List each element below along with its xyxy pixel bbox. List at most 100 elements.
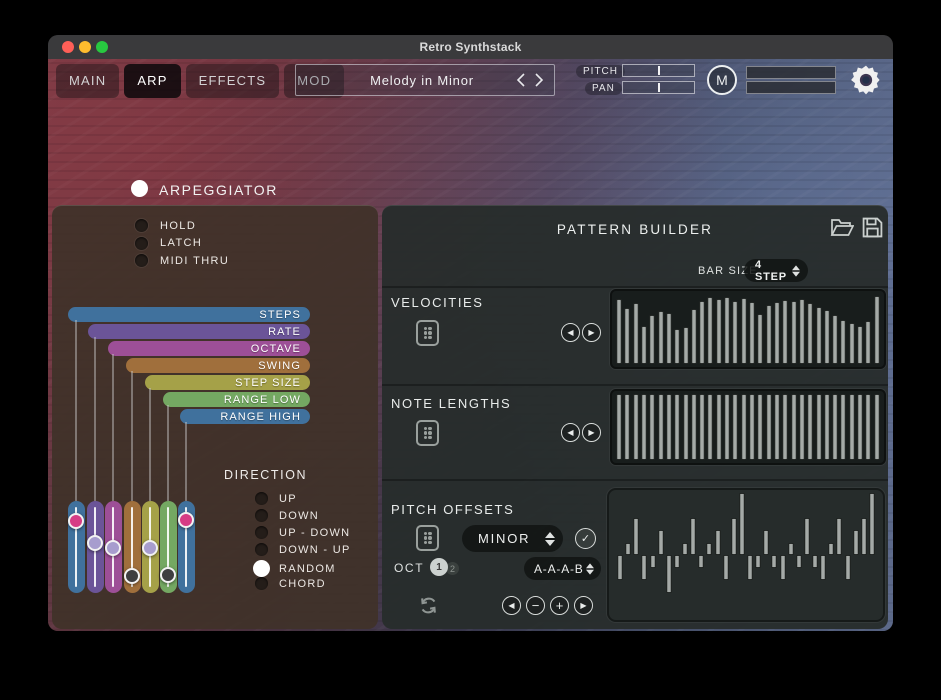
note-length-step-30[interactable] xyxy=(857,394,863,460)
note-length-step-18[interactable] xyxy=(757,394,763,460)
velocity-step-14[interactable] xyxy=(724,297,730,364)
velocity-step-12[interactable] xyxy=(707,297,713,364)
param-bar-swing[interactable]: SWING xyxy=(126,358,310,373)
note-length-step-31[interactable] xyxy=(865,394,871,460)
pan-slider-handle[interactable] xyxy=(658,83,660,92)
pitch-step-4[interactable] xyxy=(641,555,647,580)
velocities-step-editor[interactable] xyxy=(610,289,886,369)
note-length-step-14[interactable] xyxy=(724,394,730,460)
velocity-step-30[interactable] xyxy=(857,326,863,365)
note-length-step-12[interactable] xyxy=(707,394,713,460)
pan-slider[interactable] xyxy=(622,81,695,94)
param-slider-knob-swing[interactable] xyxy=(124,568,140,584)
tab-main[interactable]: MAIN xyxy=(56,64,119,98)
param-bar-step-size[interactable]: STEP SIZE xyxy=(145,375,310,390)
note-length-step-10[interactable] xyxy=(691,394,697,460)
toggle-circle[interactable] xyxy=(135,237,148,250)
pitch-step-10[interactable] xyxy=(690,518,696,556)
param-bar-steps[interactable]: STEPS xyxy=(68,307,310,322)
velocity-step-22[interactable] xyxy=(791,301,797,364)
toggle-circle[interactable] xyxy=(135,254,148,267)
pitch-step-26[interactable] xyxy=(820,555,826,580)
velocity-step-19[interactable] xyxy=(766,305,772,364)
velocity-step-16[interactable] xyxy=(741,298,747,365)
zoom-button[interactable] xyxy=(96,41,108,53)
note-length-step-7[interactable] xyxy=(666,394,672,460)
pitch-step-28[interactable] xyxy=(836,518,842,556)
pitch-shift-right-button[interactable]: ▶ xyxy=(574,596,593,615)
pitch-step-29[interactable] xyxy=(845,555,851,580)
pitch-step-16[interactable] xyxy=(739,493,745,556)
velocity-step-8[interactable] xyxy=(674,329,680,364)
velocity-step-4[interactable] xyxy=(641,326,647,365)
velocity-step-32[interactable] xyxy=(874,296,880,364)
velocity-step-13[interactable] xyxy=(716,299,722,364)
param-bar-octave[interactable]: OCTAVE xyxy=(108,341,310,356)
pitch-step-5[interactable] xyxy=(650,555,656,568)
velocity-step-1[interactable] xyxy=(616,299,622,364)
stepper-arrows-icon[interactable] xyxy=(545,532,555,546)
radio[interactable] xyxy=(255,543,268,556)
bar-size-stepper[interactable]: 4 STEP xyxy=(744,259,808,282)
pitch-step-14[interactable] xyxy=(723,555,729,580)
pitch-step-21[interactable] xyxy=(780,555,786,580)
scale-select[interactable]: MINOR xyxy=(462,525,563,552)
pitch-step-3[interactable] xyxy=(633,518,639,556)
pitch-step-8[interactable] xyxy=(674,555,680,568)
note-length-step-13[interactable] xyxy=(716,394,722,460)
note-length-step-11[interactable] xyxy=(699,394,705,460)
note-length-step-3[interactable] xyxy=(633,394,639,460)
settings-button[interactable] xyxy=(850,64,882,96)
arpeggiator-toggle[interactable] xyxy=(131,180,148,197)
pitch-step-22[interactable] xyxy=(788,543,794,556)
radio[interactable] xyxy=(255,577,268,590)
radio[interactable] xyxy=(255,509,268,522)
velocity-step-31[interactable] xyxy=(865,321,871,364)
pitch-step-23[interactable] xyxy=(796,555,802,568)
param-bar-range-high[interactable]: RANGE HIGH xyxy=(180,409,310,424)
radio[interactable] xyxy=(255,492,268,505)
pitch-slider[interactable] xyxy=(622,64,695,77)
pitch-step-30[interactable] xyxy=(853,530,859,555)
velocity-step-20[interactable] xyxy=(774,302,780,364)
preset-next-button[interactable] xyxy=(530,69,548,91)
toggle-circle[interactable] xyxy=(135,219,148,232)
velocity-step-9[interactable] xyxy=(683,327,689,364)
pitch-step-7[interactable] xyxy=(666,555,672,593)
pitch-step-31[interactable] xyxy=(861,518,867,556)
note-length-step-16[interactable] xyxy=(741,394,747,460)
note-length-step-8[interactable] xyxy=(674,394,680,460)
pitch-step-18[interactable] xyxy=(755,555,761,568)
phrase-select[interactable]: A-A-A-B xyxy=(524,557,601,580)
velocity-step-28[interactable] xyxy=(840,320,846,364)
velocity-step-6[interactable] xyxy=(658,311,664,364)
direction-option-up-down[interactable]: UP - DOWN xyxy=(255,526,350,539)
note-length-step-20[interactable] xyxy=(774,394,780,460)
note-length-step-2[interactable] xyxy=(624,394,630,460)
pitch-step-25[interactable] xyxy=(812,555,818,568)
note-length-step-15[interactable] xyxy=(732,394,738,460)
pitch-step-20[interactable] xyxy=(771,555,777,568)
note-lengths-shift-right-button[interactable]: ▶ xyxy=(582,423,601,442)
pitch-step-24[interactable] xyxy=(804,518,810,556)
pitch-increment-button[interactable]: + xyxy=(550,596,569,615)
note-lengths-shift-left-button[interactable]: ◀ xyxy=(561,423,580,442)
tab-effects[interactable]: EFFECTS xyxy=(186,64,280,98)
pitch-step-2[interactable] xyxy=(625,543,631,556)
note-length-step-25[interactable] xyxy=(816,394,822,460)
pitch-slider-handle[interactable] xyxy=(658,66,660,75)
toggle-hold[interactable]: HOLD xyxy=(135,219,196,232)
velocity-step-27[interactable] xyxy=(832,315,838,364)
velocity-step-24[interactable] xyxy=(807,303,813,364)
oct-button-1[interactable]: 1 xyxy=(430,558,448,576)
mute-button[interactable]: M xyxy=(707,65,737,95)
pitch-decrement-button[interactable]: − xyxy=(526,596,545,615)
velocity-step-21[interactable] xyxy=(782,300,788,364)
note-length-step-26[interactable] xyxy=(824,394,830,460)
note-length-step-5[interactable] xyxy=(649,394,655,460)
note-length-step-19[interactable] xyxy=(766,394,772,460)
pitch-step-32[interactable] xyxy=(869,493,875,556)
velocity-step-3[interactable] xyxy=(633,303,639,364)
preset-selector[interactable]: Melody in Minor xyxy=(295,64,555,96)
param-bar-rate[interactable]: RATE xyxy=(88,324,310,339)
